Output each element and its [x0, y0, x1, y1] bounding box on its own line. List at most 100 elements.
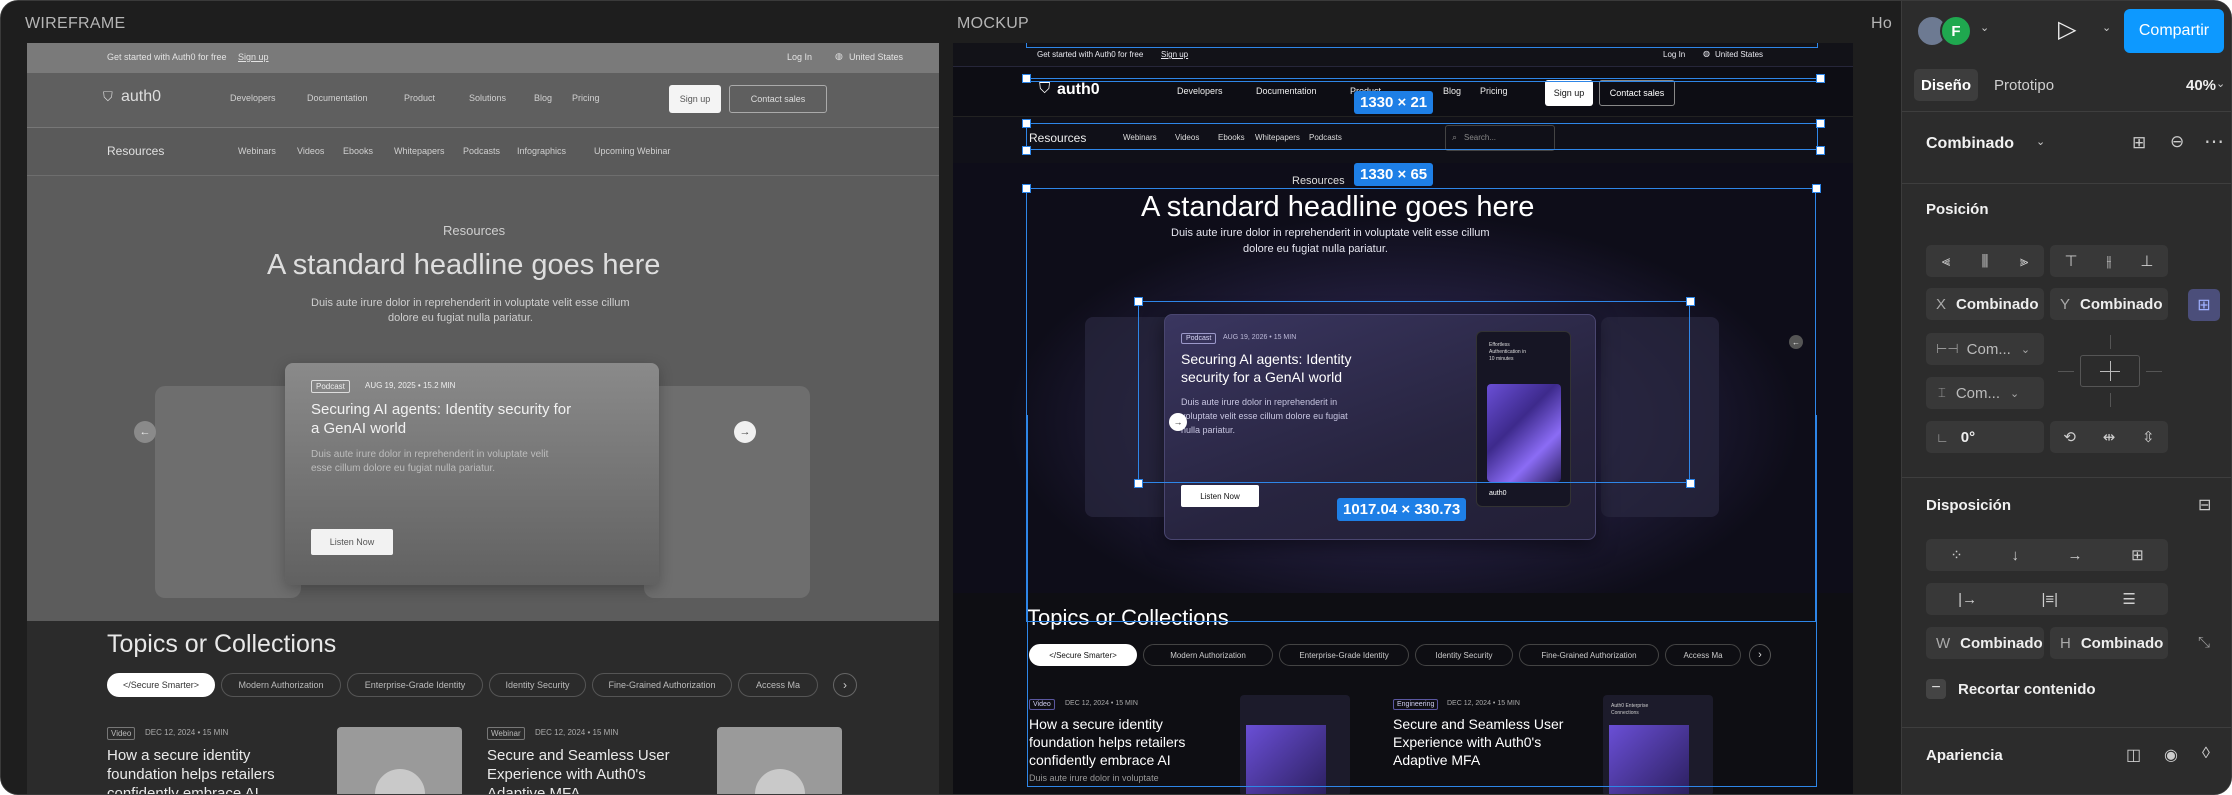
wf-nav-pricing[interactable]: Pricing [572, 93, 600, 103]
frame-label-third[interactable]: Ho [1871, 15, 1892, 33]
height-field[interactable]: H Combinado [2050, 627, 2168, 659]
wf-nav-blog[interactable]: Blog [534, 93, 552, 103]
selection-subnav[interactable] [1026, 123, 1818, 150]
chevron-down-icon[interactable]: ⌄ [1980, 21, 1989, 34]
wf-nav-solutions[interactable]: Solutions [469, 93, 506, 103]
resize-handle[interactable] [1816, 74, 1825, 83]
tab-design[interactable]: Diseño [1914, 69, 1978, 101]
resize-handle[interactable] [1022, 184, 1031, 193]
wf-subnav-upcoming[interactable]: Upcoming Webinar [594, 146, 670, 156]
layer-name[interactable]: Combinado [1926, 135, 2014, 153]
auto-layout-icon[interactable]: ⊟ [2198, 495, 2211, 515]
frame-label-mockup[interactable]: MOCKUP [957, 15, 1029, 33]
resize-handle[interactable] [1686, 297, 1695, 306]
wf-nav-product[interactable]: Product [404, 93, 435, 103]
wf-topics-next-button[interactable]: › [833, 673, 857, 697]
wf-article-2-title-3[interactable]: Adaptive MFA [487, 785, 580, 794]
align-middle-icon[interactable]: ⫲ [2107, 253, 2112, 270]
eye-icon[interactable]: ◉ [2164, 745, 2178, 765]
zoom-level[interactable]: 40% [2186, 77, 2216, 94]
wf-article-1-thumbnail[interactable] [337, 727, 462, 794]
selection-nav[interactable] [1026, 78, 1818, 82]
clip-content-label[interactable]: Recortar contenido [1958, 681, 2096, 698]
wf-featured-card[interactable]: Podcast AUG 19, 2025 • 15.2 MIN Securing… [285, 363, 659, 585]
mk-promo-link[interactable]: Sign up [1161, 50, 1188, 59]
wf-article-1-title-1[interactable]: How a secure identity [107, 747, 250, 764]
x-position-field[interactable]: X Combinado [1926, 288, 2044, 320]
wf-article-2-title-1[interactable]: Secure and Seamless User [487, 747, 670, 764]
vertical-align-group[interactable]: ⊤ ⫲ ⊥ [2050, 245, 2168, 277]
mk-nav-documentation[interactable]: Documentation [1256, 86, 1317, 96]
user-avatar-initial[interactable]: F [1940, 15, 1972, 47]
resize-handle[interactable] [1022, 146, 1031, 155]
wf-brand-logo[interactable]: auth0 [121, 88, 161, 106]
wf-carousel-prev-button[interactable]: ← [134, 421, 156, 443]
wf-topic-pill-6[interactable]: Access Ma [738, 673, 818, 697]
mk-login-link[interactable]: Log In [1663, 50, 1685, 59]
wf-carousel-next-button[interactable]: → [734, 421, 756, 443]
drop-icon[interactable]: ◊ [2202, 745, 2210, 763]
layout-direction-group[interactable]: ⁘ ↓ → ⊞ [1926, 539, 2168, 571]
wf-nav-developers[interactable]: Developers [230, 93, 276, 103]
frame-label-wireframe[interactable]: WIREFRAME [25, 15, 125, 33]
resize-handle[interactable] [1134, 297, 1143, 306]
play-icon[interactable]: ▷ [2058, 15, 2076, 44]
clip-content-checkbox[interactable]: − [1926, 679, 1946, 699]
y-position-field[interactable]: Y Combinado [2050, 288, 2168, 320]
mk-signup-button[interactable]: Sign up [1545, 80, 1593, 106]
wf-carousel-next-card[interactable] [644, 386, 810, 598]
wf-topic-pill-4[interactable]: Identity Security [489, 673, 586, 697]
layout-vertical-icon[interactable]: ↓ [2011, 547, 2019, 564]
spacing-left-icon[interactable]: |→ [1958, 591, 1977, 608]
resize-icon[interactable]: ⤡ [2198, 634, 2210, 651]
rotation-field[interactable]: ∟ 0° [1926, 421, 2044, 453]
layout-free-icon[interactable]: ⁘ [1950, 546, 1963, 564]
mk-brand-logo[interactable]: auth0 [1057, 81, 1100, 99]
wf-subnav-infographics[interactable]: Infographics [517, 146, 566, 156]
mk-nav-developers[interactable]: Developers [1177, 86, 1223, 96]
wf-topic-pill-5[interactable]: Fine-Grained Authorization [592, 673, 732, 697]
spacing-between-icon[interactable]: |≡| [2041, 591, 2058, 608]
resize-handle[interactable] [1686, 479, 1695, 488]
selection-card[interactable] [1138, 301, 1690, 483]
wf-topic-pill-3[interactable]: Enterprise-Grade Identity [347, 673, 483, 697]
wf-subnav-videos[interactable]: Videos [297, 146, 324, 156]
wf-carousel-prev-card[interactable] [155, 386, 301, 598]
wf-signup-button[interactable]: Sign up [669, 85, 721, 113]
horizontal-align-group[interactable]: ⫷ ⫼ ⫸ [1926, 245, 2044, 277]
mk-region-select[interactable]: United States [1715, 50, 1763, 59]
wf-article-2-thumbnail[interactable] [717, 727, 842, 794]
design-canvas[interactable]: WIREFRAME MOCKUP Ho Get started with Aut… [1, 1, 1901, 794]
width-field[interactable]: W Combinado [1926, 627, 2044, 659]
wf-nav-documentation[interactable]: Documentation [307, 93, 368, 103]
text-align-icon[interactable]: ☰ [2122, 590, 2135, 608]
wf-login-link[interactable]: Log In [787, 52, 812, 62]
resize-handle[interactable] [1022, 119, 1031, 128]
vertical-constraint-select[interactable]: ⌶ Com... ⌄ [1926, 377, 2044, 409]
constraint-diagram[interactable] [2054, 333, 2166, 409]
wf-contact-button[interactable]: Contact sales [729, 85, 827, 113]
layout-horizontal-icon[interactable]: → [2068, 547, 2083, 564]
wf-subnav-whitepapers[interactable]: Whitepapers [394, 146, 445, 156]
wf-subnav-ebooks[interactable]: Ebooks [343, 146, 373, 156]
component-icon[interactable]: ⊖ [2170, 132, 2184, 152]
more-icon[interactable]: ⋯ [2204, 129, 2224, 154]
wf-listen-now-button[interactable]: Listen Now [311, 529, 393, 555]
layout-grid-icon[interactable]: ⊞ [2131, 546, 2144, 564]
chevron-down-icon[interactable]: ⌄ [2102, 21, 2111, 34]
mockup-frame[interactable]: Get started with Auth0 for free Sign up … [953, 43, 1853, 794]
wf-topic-pill-1[interactable]: </Secure Smarter> [107, 673, 215, 697]
wf-subnav-webinars[interactable]: Webinars [238, 146, 276, 156]
flip-vertical-icon[interactable]: ⇳ [2142, 428, 2155, 446]
wf-topic-pill-2[interactable]: Modern Authorization [221, 673, 341, 697]
variable-icon[interactable]: ◫ [2126, 745, 2141, 765]
mk-nav-blog[interactable]: Blog [1443, 86, 1461, 96]
wf-article-2-title-2[interactable]: Experience with Auth0's [487, 766, 646, 783]
resize-handle[interactable] [1816, 146, 1825, 155]
align-center-h-icon[interactable]: ⫼ [1982, 253, 1989, 270]
wf-article-1-title-3[interactable]: confidently embrace AI [107, 785, 259, 794]
mk-nav-pricing[interactable]: Pricing [1480, 86, 1508, 96]
wf-article-1-title-2[interactable]: foundation helps retailers [107, 766, 275, 783]
align-right-icon[interactable]: ⫸ [2020, 253, 2028, 270]
align-top-icon[interactable]: ⊤ [2064, 252, 2077, 270]
